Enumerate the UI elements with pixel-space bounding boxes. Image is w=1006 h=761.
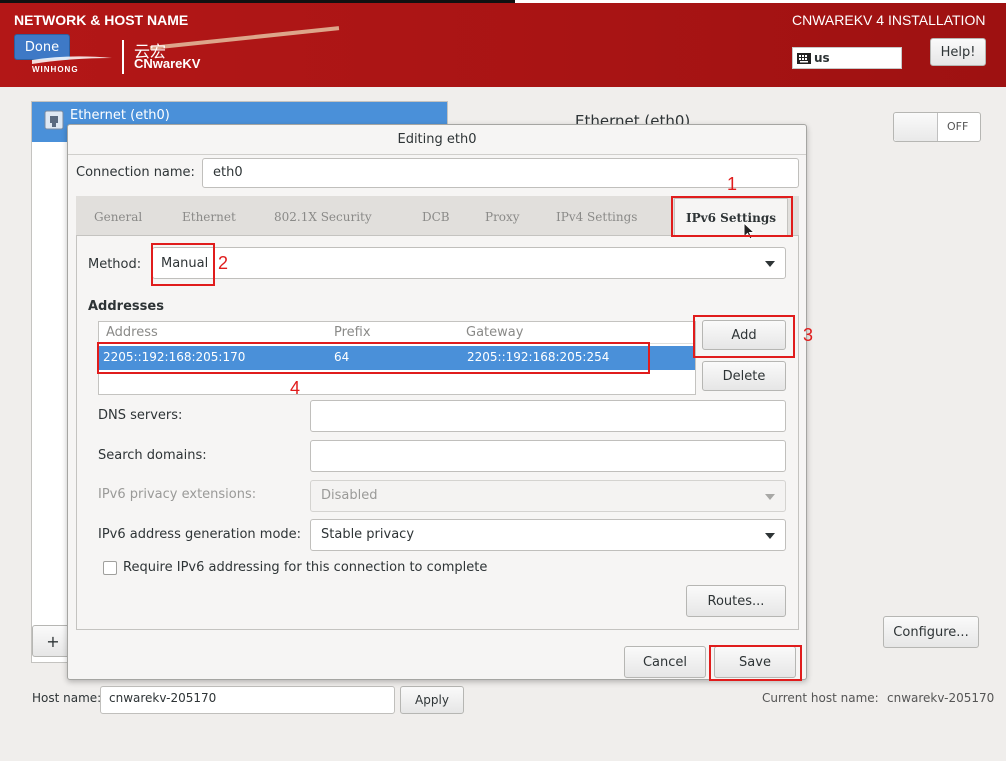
ipv6-privacy-value: Disabled <box>321 488 378 503</box>
dns-servers-label: DNS servers: <box>98 408 183 423</box>
column-header-prefix[interactable]: Prefix <box>334 325 371 340</box>
keyboard-layout-label: us <box>814 51 830 65</box>
connection-toggle-switch[interactable]: OFF <box>893 112 981 142</box>
winhong-logo: WINHONG <box>30 52 115 74</box>
method-label: Method: <box>88 257 142 272</box>
addresses-table-header <box>99 322 695 344</box>
keyboard-layout-indicator[interactable]: us <box>792 47 902 69</box>
dialog-title: Editing eth0 <box>68 125 806 155</box>
connection-list-item-label: Ethernet (eth0) <box>70 108 170 123</box>
connection-name-input[interactable]: eth0 <box>202 158 799 188</box>
cancel-button[interactable]: Cancel <box>624 646 706 678</box>
ethernet-icon <box>44 110 64 130</box>
column-header-address[interactable]: Address <box>106 325 158 340</box>
address-generation-mode-select[interactable]: Stable privacy <box>310 519 786 551</box>
configure-button[interactable]: Configure... <box>883 616 979 648</box>
require-ipv6-checkbox[interactable] <box>103 561 117 575</box>
page-title: NETWORK & HOST NAME <box>14 12 189 28</box>
install-title: CNWAREKV 4 INSTALLATION <box>792 12 986 28</box>
host-name-input[interactable]: cnwarekv-205170 <box>100 686 395 714</box>
keyboard-icon <box>797 52 811 64</box>
routes-button[interactable]: Routes... <box>686 585 786 617</box>
current-host-name-value: cnwarekv-205170 <box>887 691 995 705</box>
tab-ethernet[interactable]: Ethernet <box>182 210 236 224</box>
connection-name-label: Connection name: <box>76 165 195 180</box>
ipv6-privacy-select: Disabled <box>310 480 786 512</box>
search-domains-label: Search domains: <box>98 448 207 463</box>
annotation-box-ipv6-tab <box>671 196 793 237</box>
logo-small-text: WINHONG <box>32 65 79 74</box>
annotation-box-save-button <box>709 645 802 681</box>
addresses-heading: Addresses <box>88 299 164 314</box>
address-generation-mode-value: Stable privacy <box>321 527 415 542</box>
chevron-down-icon <box>765 533 775 539</box>
annotation-box-address-row <box>97 342 650 374</box>
tab-dcb[interactable]: DCB <box>422 210 450 224</box>
tab-general[interactable]: General <box>94 210 142 224</box>
host-name-label: Host name: <box>32 691 102 705</box>
tab-ipv4-settings[interactable]: IPv4 Settings <box>556 210 637 224</box>
chevron-down-icon <box>765 494 775 500</box>
apply-hostname-button[interactable]: Apply <box>400 686 464 714</box>
require-ipv6-label: Require IPv6 addressing for this connect… <box>123 560 488 575</box>
method-select[interactable]: Manual <box>152 247 786 279</box>
annotation-box-add-button <box>693 315 795 358</box>
tab-proxy[interactable]: Proxy <box>485 210 520 224</box>
toggle-knob <box>894 113 938 141</box>
annotation-number-3: 3 <box>803 325 814 345</box>
help-button[interactable]: Help! <box>930 38 986 66</box>
annotation-number-1: 1 <box>727 174 738 194</box>
address-generation-mode-label: IPv6 address generation mode: <box>98 527 302 542</box>
tab-8021x-security[interactable]: 802.1X Security <box>274 210 372 224</box>
annotation-box-method <box>151 243 215 286</box>
column-header-gateway[interactable]: Gateway <box>466 325 523 340</box>
logo-en-text: CNwareKV <box>134 56 201 71</box>
dns-servers-input[interactable] <box>310 400 786 432</box>
chevron-down-icon <box>765 261 775 267</box>
search-domains-input[interactable] <box>310 440 786 472</box>
annotation-number-2: 2 <box>218 253 229 273</box>
delete-address-button[interactable]: Delete <box>702 361 786 391</box>
logo-divider <box>122 40 124 74</box>
current-host-name-label: Current host name: <box>762 691 879 705</box>
toggle-state-label: OFF <box>947 120 969 133</box>
ipv6-privacy-label: IPv6 privacy extensions: <box>98 487 257 502</box>
top-edge-line-dark <box>0 0 515 3</box>
annotation-number-4: 4 <box>290 378 301 398</box>
